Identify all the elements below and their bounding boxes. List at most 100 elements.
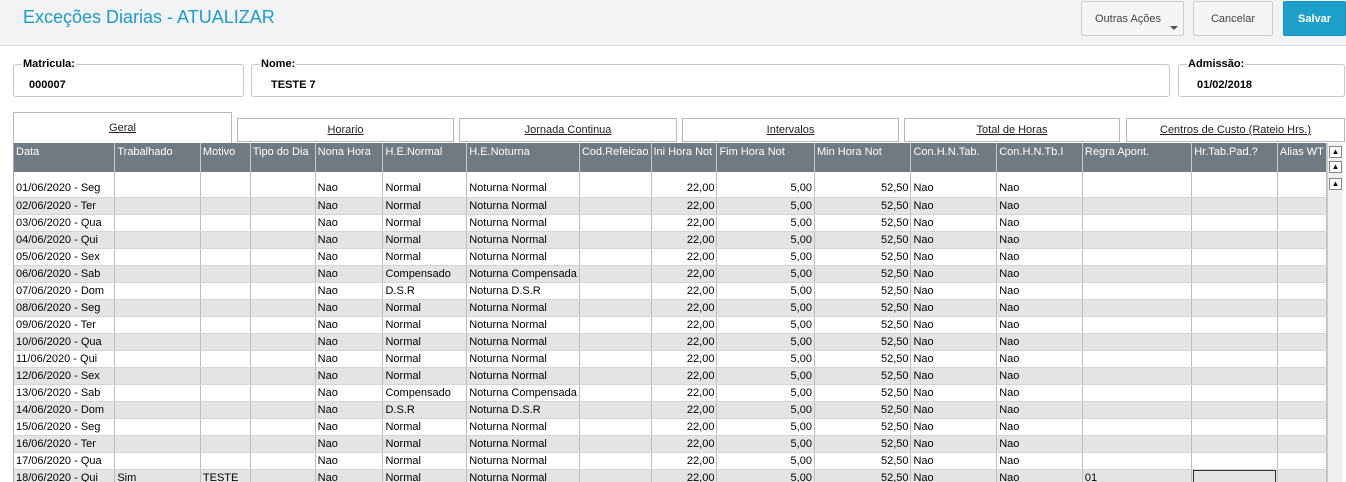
grid-cell[interactable]: 22,00 (651, 333, 718, 351)
grid-cell[interactable] (250, 316, 316, 334)
grid-cell[interactable] (200, 350, 251, 368)
save-button[interactable]: Salvar (1283, 1, 1346, 36)
grid-cell[interactable]: Nao (910, 418, 998, 436)
grid-cell[interactable] (114, 299, 201, 317)
table-row[interactable]: 15/06/2020 - Seg Nao Normal Noturna Normal 2… (14, 418, 1327, 436)
grid-cell[interactable] (579, 350, 652, 368)
grid-cell[interactable] (250, 231, 316, 249)
grid-cell[interactable]: TESTE (200, 469, 251, 482)
grid-cell[interactable]: 5,00 (716, 180, 815, 198)
grid-cell[interactable] (114, 333, 201, 351)
column-header[interactable]: Alias WT (1277, 143, 1327, 172)
grid-cell[interactable]: 11/06/2020 - Qui (14, 350, 116, 368)
grid-cell[interactable]: Nao (996, 435, 1083, 453)
grid-cell[interactable]: Nao (996, 299, 1083, 317)
grid-cell[interactable] (114, 265, 201, 283)
column-header[interactable]: Con.H.N.Tab. (910, 143, 998, 172)
grid-cell[interactable] (579, 180, 652, 198)
table-row[interactable]: 08/06/2020 - Seg Nao Normal Noturna Normal 2… (14, 299, 1327, 317)
grid-cell[interactable]: Nao (910, 333, 998, 351)
grid-cell[interactable] (1277, 316, 1327, 334)
grid-cell[interactable]: 52,50 (814, 214, 912, 232)
grid-cell[interactable] (1191, 469, 1278, 482)
grid-cell[interactable]: 03/06/2020 - Qua (14, 214, 116, 232)
grid-cell[interactable]: 02/06/2020 - Ter (14, 197, 116, 215)
grid-cell[interactable] (200, 435, 251, 453)
grid-cell[interactable]: Noturna Normal (466, 333, 580, 351)
grid-cell[interactable]: 52,50 (814, 316, 912, 334)
grid-cell[interactable]: Normal (382, 469, 468, 482)
grid-cell[interactable] (1082, 180, 1193, 198)
grid-cell[interactable]: 52,50 (814, 299, 912, 317)
grid-cell[interactable] (1191, 316, 1278, 334)
grid-cell[interactable]: 22,00 (651, 401, 718, 419)
table-row[interactable]: 10/06/2020 - Qua Nao Normal Noturna Normal 2… (14, 333, 1327, 351)
grid-cell[interactable] (1191, 367, 1278, 385)
grid-cell[interactable] (200, 367, 251, 385)
grid-cell[interactable]: 52,50 (814, 231, 912, 249)
grid-cell[interactable]: Noturna Compensada (466, 265, 580, 283)
tab-total-de-horas[interactable]: Total de Horas (904, 118, 1120, 142)
grid-cell[interactable] (250, 248, 316, 266)
grid-cell[interactable] (250, 350, 316, 368)
grid-cell[interactable] (1277, 248, 1327, 266)
grid-cell[interactable] (1277, 265, 1327, 283)
grid-cell[interactable]: 52,50 (814, 418, 912, 436)
grid-cell[interactable] (1082, 418, 1193, 436)
grid-cell[interactable]: 52,50 (814, 333, 912, 351)
grid-cell[interactable]: 5,00 (716, 418, 815, 436)
cancel-button[interactable]: Cancelar (1193, 1, 1273, 36)
grid-cell[interactable] (1082, 435, 1193, 453)
grid-cell[interactable] (1082, 282, 1193, 300)
grid-cell[interactable] (1277, 435, 1327, 453)
grid-cell[interactable]: 04/06/2020 - Qui (14, 231, 116, 249)
grid-cell[interactable]: Nao (996, 197, 1083, 215)
grid-cell[interactable]: 5,00 (716, 350, 815, 368)
grid-cell[interactable]: 52,50 (814, 282, 912, 300)
grid-cell[interactable] (114, 384, 201, 402)
table-row[interactable]: 13/06/2020 - Sab Nao Compensado Noturna Com… (14, 384, 1327, 402)
vertical-scrollbar[interactable]: ▲ ▲ ▲ (1327, 143, 1343, 482)
column-header[interactable]: Motivo (200, 143, 251, 172)
grid-cell[interactable]: Noturna Normal (466, 350, 580, 368)
grid-cell[interactable] (250, 180, 316, 198)
grid-cell[interactable]: Nao (910, 197, 998, 215)
column-header[interactable]: Tipo do Dia (250, 143, 316, 172)
grid-cell[interactable] (1082, 384, 1193, 402)
grid-cell[interactable] (1191, 231, 1278, 249)
grid-cell[interactable] (579, 197, 652, 215)
grid-cell[interactable]: 5,00 (716, 367, 815, 385)
grid-cell[interactable]: 52,50 (814, 435, 912, 453)
grid-cell[interactable] (1191, 384, 1278, 402)
column-header[interactable]: H.E.Normal (382, 143, 468, 172)
grid-cell[interactable]: 22,00 (651, 180, 718, 198)
grid-cell[interactable]: 22,00 (651, 299, 718, 317)
grid-cell[interactable]: Nao (315, 282, 384, 300)
grid-cell[interactable]: 5,00 (716, 333, 815, 351)
grid-cell[interactable]: Nao (315, 418, 384, 436)
grid-cell[interactable] (579, 214, 652, 232)
grid-cell[interactable]: 22,00 (651, 282, 718, 300)
grid-cell[interactable]: Nao (910, 384, 998, 402)
grid-cell[interactable]: Nao (996, 248, 1083, 266)
grid-cell[interactable]: Nao (910, 231, 998, 249)
grid-cell[interactable]: 01 (1082, 469, 1193, 482)
grid-cell[interactable] (1191, 248, 1278, 266)
grid-cell[interactable] (114, 231, 201, 249)
column-header[interactable]: Trabalhado (114, 143, 201, 172)
grid-cell[interactable] (200, 231, 251, 249)
grid-cell[interactable] (114, 401, 201, 419)
grid-cell[interactable] (250, 452, 316, 470)
grid-cell[interactable]: Nao (996, 265, 1083, 283)
grid-cell[interactable] (1277, 231, 1327, 249)
grid-cell[interactable] (200, 282, 251, 300)
line-up-icon[interactable]: ▲ (1329, 178, 1342, 190)
grid-cell[interactable] (250, 333, 316, 351)
grid-cell[interactable] (579, 231, 652, 249)
grid-cell[interactable] (250, 197, 316, 215)
grid-cell[interactable]: Nao (910, 401, 998, 419)
grid-cell[interactable] (114, 282, 201, 300)
grid-cell[interactable]: 5,00 (716, 401, 815, 419)
grid-cell[interactable]: Nao (315, 350, 384, 368)
grid-cell[interactable]: 22,00 (651, 452, 718, 470)
